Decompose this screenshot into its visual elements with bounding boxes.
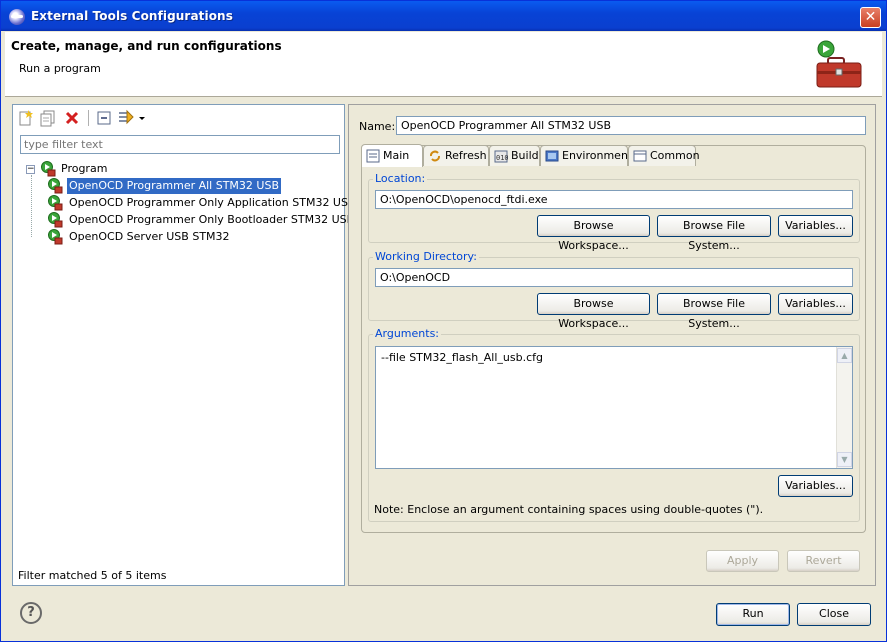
tab-refresh[interactable]: Refresh [423, 145, 489, 166]
dropdown-arrow-icon[interactable] [137, 109, 147, 127]
dialog-header: Create, manage, and run configurations R… [5, 32, 882, 97]
eclipse-icon [9, 9, 25, 25]
filter-status: Filter matched 5 of 5 items [18, 569, 167, 582]
header-title: Create, manage, and run configurations [11, 39, 282, 53]
external-tool-icon [47, 212, 63, 228]
arguments-textarea[interactable]: --file STM32_flash_All_usb.cfg ▲ ▼ [375, 346, 853, 469]
location-browse-workspace-button[interactable]: Browse Workspace... [537, 215, 650, 252]
help-icon[interactable]: ? [20, 602, 42, 624]
workdir-browse-workspace-button[interactable]: Browse Workspace... [537, 293, 650, 330]
tab-common[interactable]: Common [628, 145, 700, 166]
apply-button[interactable]: Apply [706, 550, 779, 572]
duplicate-icon[interactable] [39, 109, 57, 127]
collapse-all-icon[interactable] [95, 109, 113, 127]
run-button[interactable]: Run [716, 603, 790, 626]
location-label: Location: [373, 172, 428, 185]
tree-root-label: Program [61, 162, 108, 175]
tab-environment-label: Environment [562, 149, 633, 162]
environment-icon [545, 150, 559, 162]
filter-icon[interactable] [117, 109, 135, 127]
tab-environment[interactable]: Environment [540, 145, 632, 166]
configurations-panel: − Program OpenOCD Programmer All STM32 U… [12, 104, 356, 586]
tree-line [31, 175, 32, 237]
arguments-scrollbar[interactable]: ▲ ▼ [836, 347, 852, 468]
dialog-window: External Tools Configurations ✕ Create, … [0, 0, 887, 642]
tree-item-label: OpenOCD Programmer Only Bootloader STM32… [69, 213, 355, 226]
name-input[interactable]: OpenOCD Programmer All STM32 USB [396, 116, 866, 135]
scroll-down-icon[interactable]: ▼ [837, 452, 852, 467]
tab-main-label: Main [383, 149, 410, 162]
external-tool-icon [47, 195, 63, 211]
working-directory-label: Working Directory: [373, 250, 479, 263]
window-title: External Tools Configurations [31, 9, 233, 23]
build-icon: 010 [494, 150, 508, 163]
tab-main[interactable]: Main [361, 144, 423, 167]
tab-refresh-label: Refresh [445, 149, 487, 162]
delete-icon[interactable] [63, 109, 81, 127]
tab-build-label: Build [511, 149, 539, 162]
name-label: Name: [359, 120, 396, 133]
arguments-group: Arguments: --file STM32_flash_All_usb.cf… [368, 327, 860, 522]
tree-item-label: OpenOCD Programmer All STM32 USB [67, 178, 281, 194]
toolbox-run-icon [814, 40, 864, 90]
external-tool-icon [47, 229, 63, 245]
program-run-icon [40, 161, 56, 177]
toolbar-separator [88, 110, 89, 126]
configuration-editor: Name: OpenOCD Programmer All STM32 USB M… [348, 104, 876, 586]
arguments-note: Note: Enclose an argument containing spa… [374, 503, 764, 516]
tab-build[interactable]: 010 Build [489, 145, 540, 166]
header-subtitle: Run a program [19, 62, 101, 75]
collapse-toggle-icon[interactable]: − [26, 165, 35, 174]
workdir-browse-filesystem-button[interactable]: Browse File System... [657, 293, 771, 330]
working-directory-group: Working Directory: O:\OpenOCD Browse Wor… [368, 250, 860, 330]
tab-common-label: Common [650, 149, 700, 162]
refresh-icon [430, 150, 440, 162]
revert-button[interactable]: Revert [787, 550, 860, 572]
title-bar[interactable]: External Tools Configurations ✕ [1, 1, 886, 31]
arguments-variables-button[interactable]: Variables... [778, 475, 853, 497]
location-variables-button[interactable]: Variables... [778, 215, 853, 237]
workdir-variables-button[interactable]: Variables... [778, 293, 853, 315]
working-directory-input[interactable]: O:\OpenOCD [375, 268, 853, 287]
svg-text:010: 010 [496, 154, 508, 162]
arguments-label: Arguments: [373, 327, 442, 340]
external-tool-icon [47, 178, 63, 194]
arguments-value: --file STM32_flash_All_usb.cfg [381, 351, 543, 364]
close-window-button[interactable]: ✕ [860, 7, 881, 28]
tree-item-label: OpenOCD Programmer Only Application STM3… [69, 196, 356, 209]
close-button[interactable]: Close [797, 603, 871, 626]
tree-item-label: OpenOCD Server USB STM32 [69, 230, 230, 243]
scroll-up-icon[interactable]: ▲ [837, 348, 852, 363]
location-group: Location: O:\OpenOCD\openocd_ftdi.exe Br… [368, 172, 860, 252]
filter-input[interactable] [20, 135, 340, 154]
location-input[interactable]: O:\OpenOCD\openocd_ftdi.exe [375, 190, 853, 209]
location-browse-filesystem-button[interactable]: Browse File System... [657, 215, 771, 252]
common-icon [633, 150, 647, 162]
main-tab-icon [366, 149, 380, 163]
new-configuration-icon[interactable] [17, 109, 35, 127]
